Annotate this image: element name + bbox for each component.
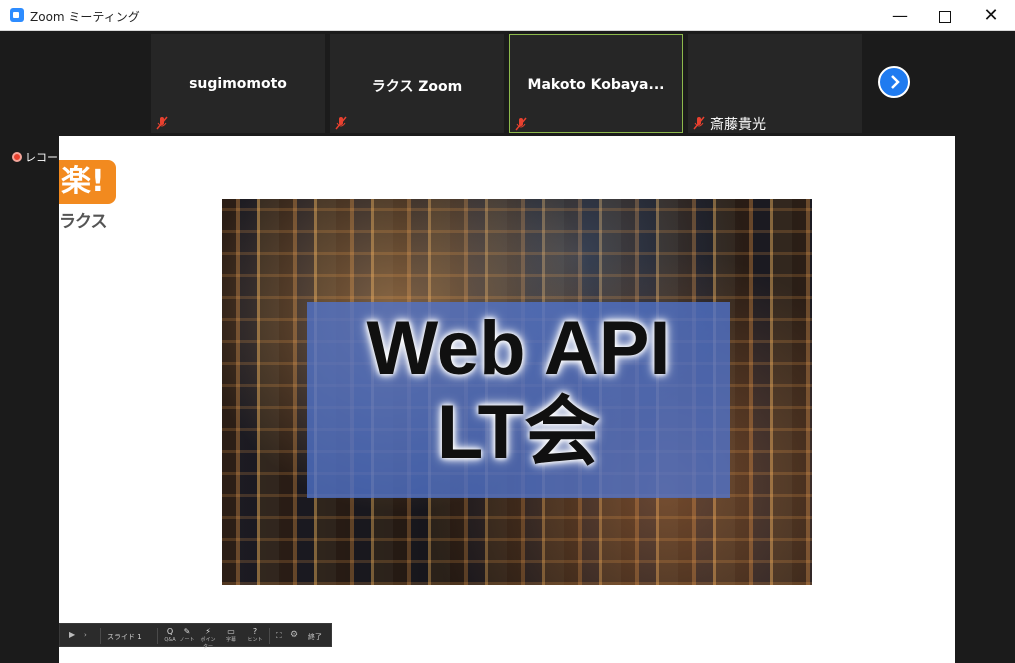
zoom-app-icon bbox=[10, 8, 24, 22]
next-participants-button[interactable] bbox=[878, 66, 910, 98]
maximize-icon bbox=[939, 10, 951, 23]
slideshow-toolbar: ▶ › スライド 1 Q Q&A ✎ ノート ⚡ ポインター ▭ 字幕 ? ヒント ⛶ ⚙… bbox=[59, 623, 332, 650]
maximize-button[interactable] bbox=[922, 0, 968, 31]
pointer-button[interactable]: ⚡ ポインター bbox=[199, 624, 217, 650]
slide-hero-image: Web API LT会 bbox=[222, 199, 812, 585]
mic-muted-icon bbox=[335, 116, 347, 130]
fullscreen-icon[interactable]: ⛶ bbox=[276, 631, 282, 655]
hint-label: ヒント bbox=[247, 637, 263, 643]
slide-title-line1: Web API bbox=[366, 306, 671, 391]
close-button[interactable]: ✕ bbox=[968, 0, 1014, 31]
recording-indicator[interactable]: レコー bbox=[12, 149, 58, 165]
participant-name: 斎藤貴光 bbox=[710, 117, 766, 133]
logo-mark: 楽! bbox=[59, 160, 116, 204]
captions-label: 字幕 bbox=[225, 637, 236, 643]
mic-muted-icon bbox=[515, 117, 527, 131]
window-title: Zoom ミーティング bbox=[30, 10, 140, 24]
participant-tile[interactable]: ラクス Zoom bbox=[330, 34, 504, 133]
qa-icon: Q bbox=[166, 627, 174, 636]
rakus-logo: 楽! ラクス bbox=[59, 160, 116, 232]
qa-label: Q&A bbox=[164, 637, 176, 643]
participant-name: Makoto Kobaya... bbox=[527, 77, 665, 93]
participant-name: sugimomoto bbox=[189, 76, 287, 92]
qa-button[interactable]: Q Q&A bbox=[161, 624, 179, 648]
hint-button[interactable]: ? ヒント bbox=[246, 624, 264, 648]
next-slide-button[interactable]: › bbox=[84, 631, 87, 655]
hint-icon: ? bbox=[252, 627, 258, 636]
pointer-label: ポインター bbox=[200, 637, 216, 650]
record-icon bbox=[12, 152, 22, 162]
title-bar: Zoom ミーティング — ✕ bbox=[0, 0, 1015, 31]
mic-muted-icon bbox=[693, 116, 705, 130]
play-button[interactable]: ▶ bbox=[69, 630, 75, 654]
participant-tile[interactable]: 斎藤貴光 bbox=[688, 34, 862, 133]
participant-tile[interactable]: sugimomoto bbox=[151, 34, 325, 133]
minimize-button[interactable]: — bbox=[877, 0, 923, 31]
pointer-icon: ⚡ bbox=[205, 627, 211, 636]
chevron-right-icon bbox=[891, 75, 900, 89]
captions-button[interactable]: ▭ 字幕 bbox=[222, 624, 240, 648]
participant-strip: sugimomoto ラクス Zoom Makoto Kobaya... 斎藤貴… bbox=[0, 31, 1015, 135]
participant-name: ラクス Zoom bbox=[371, 79, 463, 95]
settings-icon[interactable]: ⚙ bbox=[290, 630, 298, 654]
captions-icon: ▭ bbox=[227, 627, 235, 636]
notes-button[interactable]: ✎ ノート bbox=[178, 624, 196, 648]
recording-label: レコー bbox=[25, 151, 58, 164]
shared-screen-slide: 楽! ラクス Web API LT会 bbox=[59, 136, 955, 663]
logo-text: ラクス bbox=[59, 212, 107, 232]
participant-tile-active-speaker[interactable]: Makoto Kobaya... bbox=[509, 34, 683, 133]
notes-icon: ✎ bbox=[183, 627, 191, 636]
slide-selector[interactable]: スライド 1 bbox=[107, 632, 142, 656]
meeting-area: sugimomoto ラクス Zoom Makoto Kobaya... 斎藤貴… bbox=[0, 31, 1015, 663]
slide-title: Web API LT会 bbox=[307, 307, 730, 475]
slide-title-line2: LT会 bbox=[436, 390, 601, 475]
notes-label: ノート bbox=[179, 637, 195, 643]
mic-muted-icon bbox=[156, 116, 168, 130]
end-slideshow-button[interactable]: 終了 bbox=[308, 632, 322, 656]
